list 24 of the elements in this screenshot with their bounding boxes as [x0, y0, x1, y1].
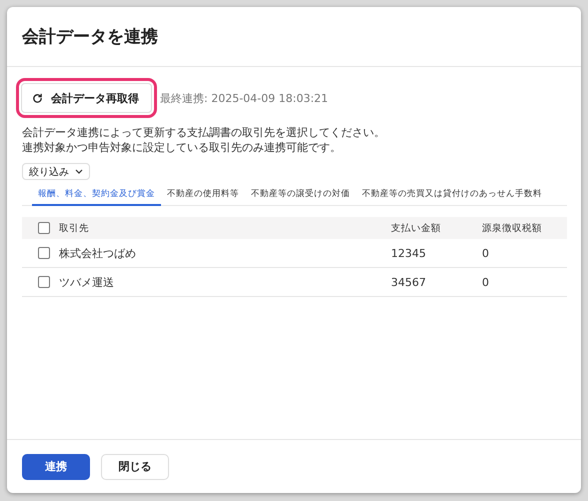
dialog-title: 会計データを連携: [22, 26, 158, 48]
link-button[interactable]: 連携: [22, 454, 90, 480]
row-checkbox[interactable]: [38, 276, 50, 288]
tab[interactable]: 報酬、料金、契約金及び賞金: [32, 186, 161, 206]
table-cell-text: 0: [482, 276, 490, 288]
column-header: 取引先: [59, 222, 90, 234]
table-cell-text: 34567: [391, 276, 427, 288]
table-cell-text: ツバメ運送: [59, 274, 115, 290]
description-text: 会計データ連携によって更新する支払調書の取引先を選択してください。 連携対象かつ申告対象に設定している取引先のみ連携可能です。: [22, 125, 386, 155]
last-sync-text: 最終連携: 2025-04-09 18:03:21: [160, 90, 328, 106]
tab[interactable]: 不動産等の売買又は貸付けのあっせん手数料: [356, 186, 548, 206]
close-button[interactable]: 閉じる: [101, 454, 169, 480]
row-checkbox[interactable]: [38, 247, 50, 259]
table-cell-text: 株式会社つばめ: [59, 246, 137, 260]
tab[interactable]: 不動産等の譲受けの対価: [245, 186, 356, 206]
column-header: 支払い金額: [391, 222, 442, 234]
filter-dropdown[interactable]: 絞り込み: [22, 163, 90, 180]
table-cell-text: 0: [482, 246, 490, 260]
select-all-checkbox[interactable]: [38, 222, 50, 234]
tab[interactable]: 不動産の使用料等: [161, 186, 245, 206]
refresh-icon: [32, 92, 43, 104]
table-cell-text: 12345: [391, 246, 427, 260]
column-header: 源泉徴収税額: [482, 222, 543, 234]
chevron-down-icon: [75, 169, 83, 174]
